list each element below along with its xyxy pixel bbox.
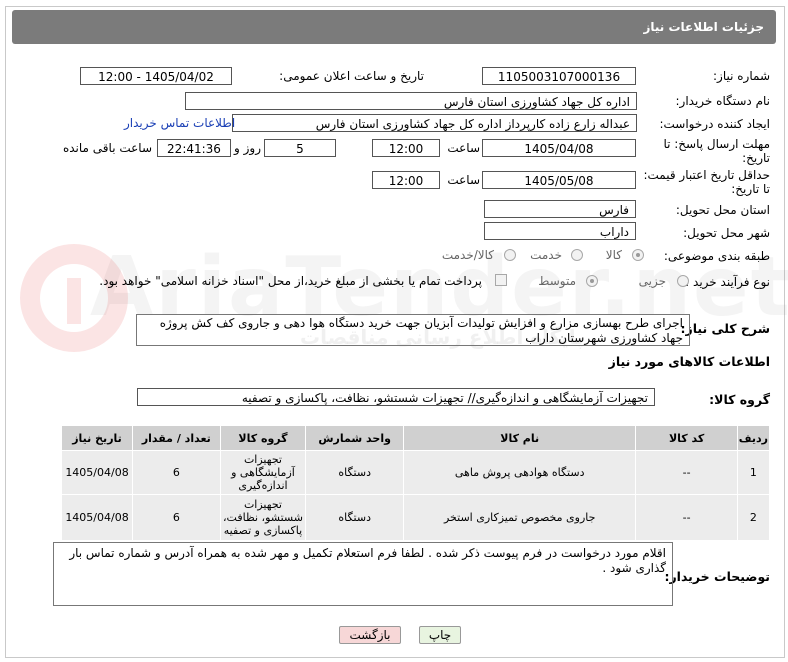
description-label: شرح کلی نیاز: — [680, 321, 770, 336]
deadline-date-field: 1405/04/08 — [482, 139, 636, 157]
creator-label: ایجاد کننده درخواست: — [659, 117, 770, 131]
days-field: 5 — [264, 139, 336, 157]
buyer-notes-label: توضیحات خریدار: — [664, 569, 770, 584]
cell-group: تجهیزات آزمایشگاهی و اندازه‌گیری — [219, 450, 307, 495]
page-header: جزئیات اطلاعات نیاز — [12, 10, 776, 44]
page-title: جزئیات اطلاعات نیاز — [643, 20, 764, 34]
goods-table-header: ردیف کد کالا نام کالا واحد شمارش گروه کا… — [60, 425, 771, 451]
days-label: روز و — [234, 141, 261, 155]
buyer-org-label: نام دستگاه خریدار: — [675, 94, 771, 108]
cell-code: -- — [635, 494, 738, 541]
buyer-contact-link[interactable]: اطلاعات تماس خریدار — [124, 116, 235, 130]
cell-name: جاروی مخصوص تمیزکاری استخر — [402, 494, 637, 541]
treasury-payment-note: پرداخت تمام یا بخشی از مبلغ خرید،از محل … — [99, 274, 482, 288]
announce-date-field: 1405/04/02 - 12:00 — [80, 67, 232, 85]
description-textarea[interactable]: اجرای طرح بهسازی مزارع و افزایش تولیدات … — [136, 314, 690, 346]
cell-qty: 6 — [132, 494, 221, 541]
cell-code: -- — [635, 450, 738, 495]
cell-date: 1405/04/08 — [60, 494, 134, 541]
category-option-goods: کالا — [605, 248, 622, 262]
watermark-logo-icon — [14, 238, 134, 358]
cell-unit: دستگاه — [305, 494, 404, 541]
cell-unit: دستگاه — [305, 450, 404, 495]
col-row: ردیف — [736, 425, 771, 451]
category-label: طبقه بندی موضوعی: — [663, 249, 770, 263]
col-date: تاریخ نیاز — [60, 425, 134, 451]
goods-section-title: اطلاعات کالاهای مورد نیاز — [608, 354, 770, 369]
buyer-org-field: اداره کل جهاد کشاورزی استان فارس — [185, 92, 637, 110]
remaining-time-label: ساعت باقی مانده — [62, 141, 152, 155]
category-option-service: خدمت — [530, 248, 562, 262]
deadline-time-label: ساعت — [447, 141, 480, 155]
city-label: شهر محل تحویل: — [683, 226, 770, 240]
announce-label: تاریخ و ساعت اعلان عمومی: — [279, 69, 424, 83]
process-radio-minor[interactable] — [677, 275, 689, 287]
back-button[interactable]: بازگشت — [339, 626, 401, 644]
col-unit: واحد شمارش — [305, 425, 404, 451]
col-group: گروه کالا — [219, 425, 307, 451]
creator-field: عبداله زارع زاده کارپرداز اداره کل جهاد … — [232, 114, 637, 132]
remaining-time-field: 22:41:36 — [157, 139, 231, 157]
process-option-minor: جزیی — [638, 274, 666, 288]
table-row: 1 -- دستگاه هوادهی پروش ماهی دستگاه تجهی… — [60, 450, 771, 495]
province-field: فارس — [484, 200, 636, 218]
deadline-label: مهلت ارسال پاسخ: تا تاریخ: — [663, 137, 770, 165]
category-option-goods-service: کالا/خدمت — [441, 248, 494, 262]
goods-group-field: تجهیزات آزمایشگاهی و اندازه‌گیری// تجهیز… — [137, 388, 655, 406]
table-row: 2 -- جاروی مخصوص تمیزکاری استخر دستگاه ت… — [60, 494, 771, 541]
cell-qty: 6 — [132, 450, 221, 495]
buyer-notes-textarea[interactable]: اقلام مورد درخواست در فرم پیوست ذکر شده … — [53, 542, 673, 606]
goods-group-label: گروه کالا: — [709, 392, 770, 407]
cell-row: 2 — [736, 494, 771, 541]
province-label: استان محل تحویل: — [675, 203, 770, 217]
cell-date: 1405/04/08 — [60, 450, 134, 495]
process-label: نوع فرآیند خرید : — [685, 275, 770, 289]
col-name: نام کالا — [402, 425, 637, 451]
process-radio-medium[interactable] — [586, 275, 598, 287]
col-qty: تعداد / مقدار — [132, 425, 221, 451]
print-button[interactable]: چاپ — [419, 626, 461, 644]
cell-name: دستگاه هوادهی پروش ماهی — [402, 450, 637, 495]
cell-group: تجهیزات شستشو، نظافت، پاکسازی و تصفیه — [219, 494, 307, 541]
deadline-time-field: 12:00 — [372, 139, 440, 157]
treasury-payment-checkbox[interactable] — [495, 274, 507, 286]
validity-label: حداقل تاریخ اعتبار قیمت: تا تاریخ: — [643, 168, 770, 196]
category-radio-goods-service[interactable] — [504, 249, 516, 261]
goods-table: ردیف کد کالا نام کالا واحد شمارش گروه کا… — [60, 425, 771, 541]
need-number-field: 1105003107000136 — [482, 67, 636, 85]
col-code: کد کالا — [635, 425, 738, 451]
validity-time-field: 12:00 — [372, 171, 440, 189]
need-number-label: شماره نیاز: — [713, 69, 770, 83]
validity-time-label: ساعت — [447, 173, 480, 187]
process-option-medium: متوسط — [538, 274, 576, 288]
category-radio-goods[interactable] — [632, 249, 644, 261]
validity-date-field: 1405/05/08 — [482, 171, 636, 189]
city-field: داراب — [484, 222, 636, 240]
category-radio-service[interactable] — [571, 249, 583, 261]
cell-row: 1 — [736, 450, 771, 495]
